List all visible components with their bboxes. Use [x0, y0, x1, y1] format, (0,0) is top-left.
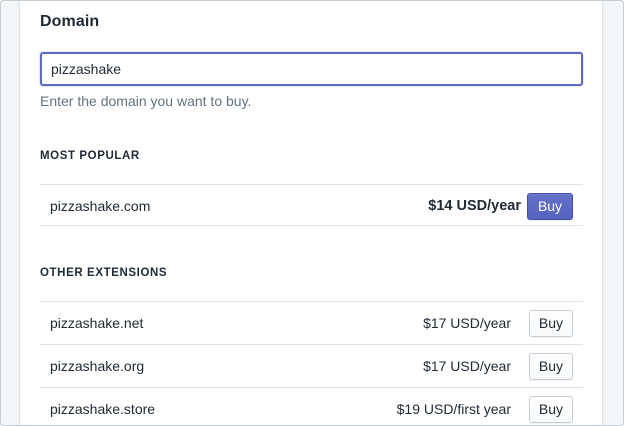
domain-name: pizzashake.org: [50, 358, 145, 374]
domain-name: pizzashake.com: [50, 198, 151, 214]
domain-name: pizzashake.store: [50, 401, 156, 417]
domain-name: pizzashake.net: [50, 315, 144, 331]
domain-row-popular: pizzashake.com $14 USD/year Buy: [40, 184, 583, 226]
domain-row: pizzashake.store $19 USD/first year Buy: [40, 387, 583, 425]
buy-button[interactable]: Buy: [528, 396, 573, 423]
domain-price: $17 USD/year: [423, 358, 511, 374]
section-title: Domain: [40, 13, 100, 30]
domain-row: pizzashake.net $17 USD/year Buy: [40, 301, 583, 343]
buy-button[interactable]: Buy: [528, 310, 573, 337]
domain-price: $14 USD/year: [428, 198, 521, 214]
domain-row: pizzashake.org $17 USD/year Buy: [40, 344, 583, 386]
domain-search-field[interactable]: [40, 52, 583, 86]
other-extensions-label: OTHER EXTENSIONS: [40, 267, 168, 279]
domain-search-input[interactable]: [42, 54, 581, 84]
buy-button[interactable]: Buy: [527, 193, 573, 220]
most-popular-label: MOST POPULAR: [40, 150, 140, 162]
domain-price: $19 USD/first year: [396, 401, 511, 417]
app-window: Domain Enter the domain you want to buy.…: [0, 0, 624, 426]
help-text: Enter the domain you want to buy.: [40, 93, 252, 109]
domain-card: Domain Enter the domain you want to buy.…: [20, 1, 602, 425]
domain-price: $17 USD/year: [423, 315, 511, 331]
buy-button[interactable]: Buy: [528, 353, 573, 380]
